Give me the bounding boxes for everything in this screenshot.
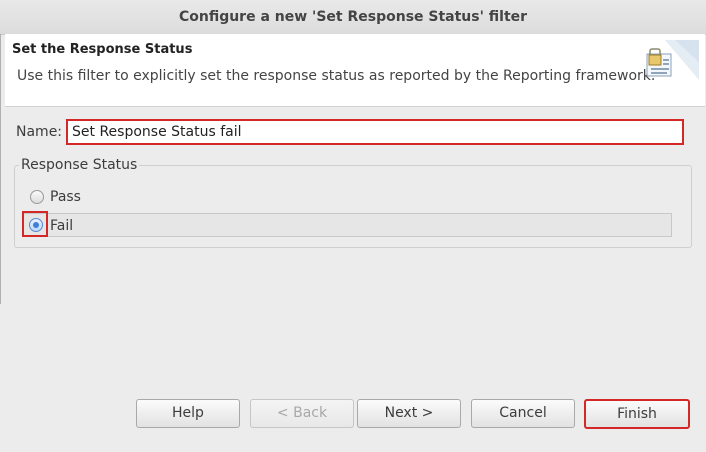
pass-radio[interactable]: [30, 190, 44, 204]
cancel-button[interactable]: Cancel: [471, 399, 575, 428]
next-button[interactable]: Next >: [357, 399, 461, 428]
response-status-legend: Response Status: [19, 157, 140, 173]
dialog-left-border: [0, 34, 1, 304]
finish-button[interactable]: Finish: [584, 399, 690, 429]
wizard-banner: Set the Response Status Use this filter …: [5, 34, 705, 107]
fail-radio-highlight: [22, 211, 48, 237]
back-button[interactable]: < Back: [250, 399, 354, 428]
banner-title: Set the Response Status: [12, 42, 193, 57]
help-button[interactable]: Help: [136, 399, 240, 428]
banner-description: Use this filter to explicitly set the re…: [17, 68, 656, 84]
dialog-title: Configure a new 'Set Response Status' fi…: [0, 0, 706, 35]
pass-radio-label[interactable]: Pass: [50, 189, 81, 205]
fail-option-row[interactable]: [22, 213, 672, 237]
filter-config-icon: [645, 40, 699, 86]
name-input[interactable]: [66, 119, 684, 145]
name-label: Name:: [16, 124, 63, 140]
fail-radio-label[interactable]: Fail: [50, 218, 73, 234]
